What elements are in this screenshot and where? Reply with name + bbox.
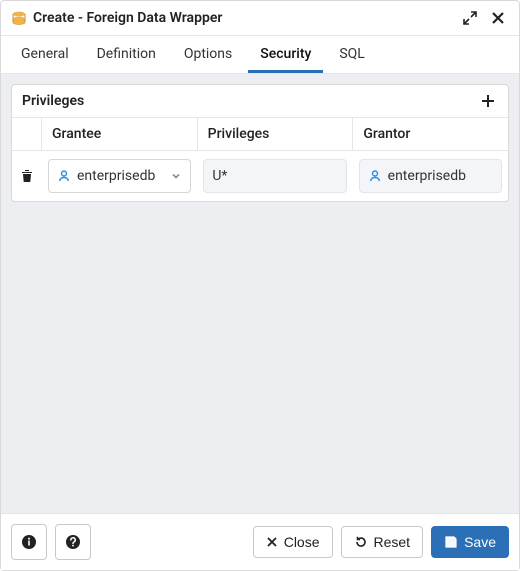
- foreign-data-wrapper-icon: [11, 10, 27, 26]
- reset-button-label: Reset: [374, 534, 411, 550]
- user-icon: [368, 169, 382, 183]
- cell-privileges: U*: [197, 151, 352, 201]
- close-button-label: Close: [284, 534, 320, 550]
- dialog-tabs: General Definition Options Security SQL: [1, 36, 519, 74]
- privileges-panel-header: Privileges: [12, 85, 508, 118]
- close-button[interactable]: Close: [253, 526, 333, 558]
- tab-security[interactable]: Security: [248, 36, 323, 73]
- grantor-display: enterprisedb: [359, 159, 502, 193]
- reset-icon: [354, 535, 368, 549]
- tab-options[interactable]: Options: [172, 36, 244, 73]
- save-button[interactable]: Save: [431, 526, 509, 558]
- close-x-icon: [266, 536, 278, 548]
- privileges-grid-header: Grantee Privileges Grantor: [12, 118, 508, 151]
- close-icon[interactable]: [487, 9, 509, 27]
- dialog-titlebar: Create - Foreign Data Wrapper: [1, 1, 519, 36]
- col-grantor: Grantor: [353, 118, 508, 150]
- grid-header-spacer: [12, 118, 42, 150]
- col-grantee: Grantee: [42, 118, 198, 150]
- privileges-panel: Privileges Grantee Privileges Grantor: [11, 84, 509, 202]
- col-privileges: Privileges: [198, 118, 354, 150]
- user-icon: [57, 169, 71, 183]
- cell-grantor: enterprisedb: [353, 151, 508, 201]
- save-button-label: Save: [464, 534, 496, 550]
- chevron-down-icon: [170, 170, 182, 182]
- table-row: enterprisedb U*: [12, 151, 508, 201]
- privileges-field[interactable]: U*: [203, 159, 346, 193]
- tab-sql[interactable]: SQL: [327, 36, 376, 73]
- dialog-footer: Close Reset Save: [1, 513, 519, 570]
- tab-definition[interactable]: Definition: [85, 36, 168, 73]
- grantee-value: enterprisedb: [77, 168, 164, 184]
- privileges-section-title: Privileges: [22, 93, 478, 109]
- reset-button[interactable]: Reset: [341, 526, 424, 558]
- add-privilege-button[interactable]: [478, 93, 498, 109]
- tab-general[interactable]: General: [9, 36, 81, 73]
- dialog-title: Create - Foreign Data Wrapper: [33, 10, 453, 26]
- create-fdw-dialog: Create - Foreign Data Wrapper General De…: [0, 0, 520, 571]
- save-icon: [444, 535, 458, 549]
- grantor-value: enterprisedb: [388, 168, 493, 184]
- info-button[interactable]: [11, 524, 47, 560]
- dialog-body: Privileges Grantee Privileges Grantor: [1, 74, 519, 513]
- privileges-value: U*: [212, 168, 337, 184]
- help-button[interactable]: [55, 524, 91, 560]
- cell-grantee: enterprisedb: [42, 151, 197, 201]
- grantee-select[interactable]: enterprisedb: [48, 159, 191, 193]
- expand-icon[interactable]: [459, 9, 481, 27]
- delete-row-button[interactable]: [12, 151, 42, 201]
